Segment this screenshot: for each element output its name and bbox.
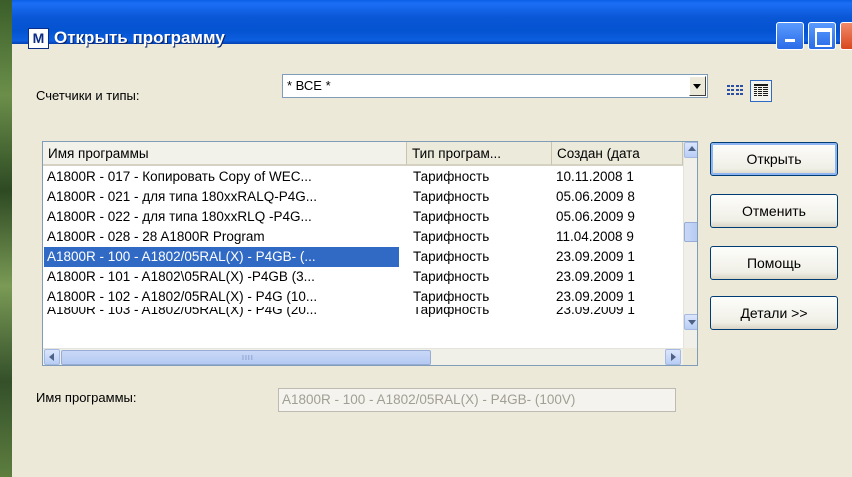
details-view-button[interactable]	[750, 80, 772, 102]
program-list[interactable]: Имя программы Тип програм... Создан (дат…	[42, 141, 698, 366]
row-program-name: A1800R - 100 - A1802/05RAL(X) - P4GB- (.…	[44, 247, 399, 267]
row-program-name: A1800R - 102 - A1802/05RAL(X) - P4G (10.…	[47, 289, 318, 304]
desktop-background-strip	[0, 0, 12, 477]
table-row[interactable]: A1800R - 022 - для типа 180xxRLQ -P4G...…	[43, 207, 683, 227]
list-view-icon	[727, 85, 743, 95]
open-button[interactable]: Открыть	[710, 142, 838, 176]
row-program-type: Тарифность	[413, 169, 490, 184]
dropdown-value: * ВСЕ *	[287, 78, 331, 93]
table-row[interactable]: A1800R - 028 - 28 A1800R Program Тарифно…	[43, 227, 683, 247]
program-name-field: A1800R - 100 - A1802/05RAL(X) - P4GB- (1…	[278, 388, 676, 412]
open-program-dialog: M Открыть программу Счетчики и типы: * В…	[12, 0, 852, 477]
chevron-up-icon	[688, 146, 696, 151]
table-row[interactable]: A1800R - 103 - A1802/05RAL(X) - P4G (20.…	[43, 307, 683, 319]
title-bar[interactable]: M Открыть программу	[12, 0, 852, 50]
row-created-date: 05.06.2009 8	[556, 189, 635, 204]
scroll-grip: IIII	[242, 355, 254, 362]
app-icon-letter: M	[32, 30, 45, 46]
scrollbar-corner	[683, 348, 697, 365]
row-program-type: Тарифность	[413, 307, 490, 317]
scroll-down-button[interactable]	[684, 314, 697, 330]
table-row-selected[interactable]: A1800R - 100 - A1802/05RAL(X) - P4GB- (.…	[43, 247, 683, 267]
row-created-date: 23.09.2009 1	[556, 249, 635, 264]
row-created-date: 05.06.2009 9	[556, 209, 635, 224]
row-program-name: A1800R - 021 - для типа 180xxRALQ-P4G...	[47, 189, 317, 204]
row-created-date: 11.04.2008 9	[556, 229, 634, 244]
row-created-date: 23.09.2009 1	[556, 269, 635, 284]
scroll-left-button[interactable]	[44, 349, 60, 365]
window-title: Открыть программу	[54, 28, 225, 47]
row-created-date: 10.11.2008 1	[556, 169, 634, 184]
row-program-name: A1800R - 017 - Копировать Copy of WEC...	[47, 169, 312, 184]
close-button[interactable]	[840, 22, 852, 50]
row-program-name: A1800R - 101 - A1802\05RAL(X) -P4GB (3..…	[47, 269, 315, 284]
row-program-type: Тарифность	[413, 189, 490, 204]
horizontal-scroll-thumb[interactable]: IIII	[61, 350, 431, 365]
table-row[interactable]: A1800R - 021 - для типа 180xxRALQ-P4G...…	[43, 187, 683, 207]
details-button[interactable]: Детали >>	[710, 296, 838, 330]
scroll-right-button[interactable]	[665, 349, 681, 365]
row-program-type: Тарифность	[413, 289, 490, 304]
row-program-type: Тарифность	[413, 249, 490, 264]
dropdown-arrow-button[interactable]	[689, 76, 706, 96]
row-created-date: 23.09.2009 1	[556, 307, 635, 317]
meter-type-dropdown[interactable]: * ВСЕ *	[282, 74, 708, 98]
row-program-name: A1800R - 028 - 28 A1800R Program	[47, 229, 265, 244]
row-created-date: 23.09.2009 1	[556, 289, 635, 304]
column-header-created[interactable]: Создан (дата	[552, 142, 683, 166]
minimize-icon	[785, 39, 795, 42]
filter-label: Счетчики и типы:	[36, 88, 140, 103]
scroll-up-button[interactable]	[684, 142, 697, 158]
row-program-type: Тарифность	[413, 209, 490, 224]
chevron-left-icon	[49, 353, 54, 361]
table-row[interactable]: A1800R - 101 - A1802\05RAL(X) -P4GB (3..…	[43, 267, 683, 287]
horizontal-scrollbar[interactable]: IIII	[43, 348, 683, 365]
row-program-type: Тарифность	[413, 269, 490, 284]
program-name-label: Имя программы:	[36, 390, 137, 405]
table-row[interactable]: A1800R - 017 - Копировать Copy of WEC...…	[43, 167, 683, 187]
help-button[interactable]: Помощь	[710, 246, 838, 280]
chevron-down-icon	[688, 320, 696, 325]
row-program-name: A1800R - 022 - для типа 180xxRLQ -P4G...	[47, 209, 312, 224]
row-program-name: A1800R - 103 - A1802/05RAL(X) - P4G (20.…	[47, 307, 318, 317]
vertical-scroll-thumb[interactable]	[684, 222, 697, 242]
table-row[interactable]: A1800R - 102 - A1802/05RAL(X) - P4G (10.…	[43, 287, 683, 307]
chevron-down-icon	[693, 84, 701, 89]
minimize-button[interactable]	[776, 22, 804, 50]
column-header-type[interactable]: Тип програм...	[407, 142, 552, 166]
vertical-scrollbar[interactable]	[683, 142, 697, 348]
app-icon: M	[28, 28, 49, 49]
row-program-type: Тарифность	[413, 229, 490, 244]
list-header: Имя программы Тип програм... Создан (дат…	[43, 142, 683, 166]
maximize-button[interactable]	[808, 22, 836, 50]
list-view-button[interactable]	[724, 80, 746, 102]
chevron-right-icon	[671, 353, 676, 361]
details-view-icon	[754, 84, 768, 96]
column-header-name[interactable]: Имя программы	[43, 142, 407, 166]
cancel-button[interactable]: Отменить	[710, 194, 838, 228]
maximize-icon	[815, 28, 832, 47]
